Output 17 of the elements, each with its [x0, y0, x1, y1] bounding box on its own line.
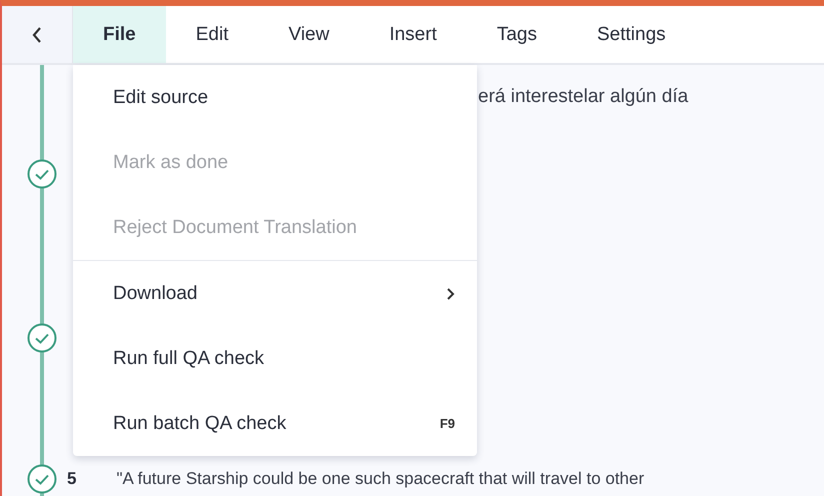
menu-item-label: Reject Document Translation	[113, 216, 357, 238]
menu-item[interactable]: Run full QA check	[73, 326, 477, 391]
step-number: 5	[67, 469, 76, 489]
segment-text: "A future Starship could be one such spacecraft that will travel to other	[116, 469, 644, 489]
segment-text: erá interestelar algún día	[478, 86, 688, 108]
menu-item-label: Download	[113, 282, 198, 304]
menu-item-label: Run batch QA check	[113, 412, 286, 434]
menu-item-label: Run full QA check	[113, 348, 264, 370]
menu-item-label: Mark as done	[113, 152, 228, 174]
menu-item[interactable]: Edit source	[73, 65, 477, 130]
menu-tab[interactable]: File	[73, 6, 166, 63]
menu-item[interactable]: Run batch QA check F9	[73, 391, 477, 456]
menu-item-label: Edit source	[113, 86, 208, 108]
shortcut-label: F9	[440, 416, 455, 431]
menu-item[interactable]: Download	[73, 261, 477, 326]
chevron-left-icon	[31, 26, 43, 44]
back-button[interactable]	[2, 6, 73, 63]
